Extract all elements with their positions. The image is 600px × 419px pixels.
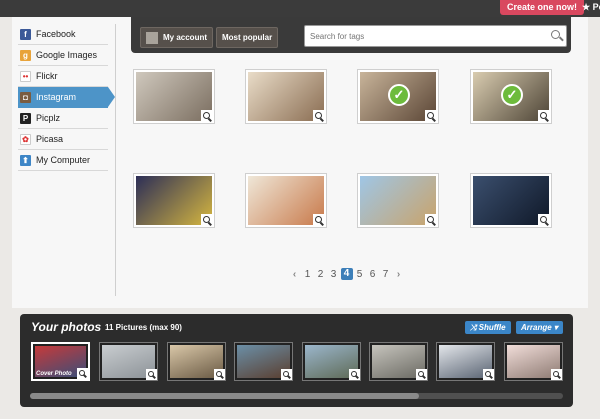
search-icon[interactable] <box>551 30 560 39</box>
photo-count: 11 Pictures (max 90) <box>105 323 182 332</box>
photo-thumbnail[interactable]: ✓ <box>470 69 552 124</box>
tray-photo[interactable] <box>369 342 428 381</box>
zoom-icon[interactable] <box>425 110 438 123</box>
source-sidebar: f Facebook g Google Images •• Flickr ◘ Instagra… <box>18 24 115 171</box>
page-link-6[interactable]: 6 <box>367 269 379 280</box>
cover-photo-label: Cover Photo <box>36 371 72 377</box>
zoom-icon[interactable] <box>551 369 562 380</box>
selected-check-icon: ✓ <box>501 84 523 106</box>
tray-photo[interactable] <box>234 342 293 381</box>
tray-photo[interactable] <box>504 342 563 381</box>
page-link-1[interactable]: 1 <box>302 269 314 280</box>
sidebar-item-picplz[interactable]: P Picplz <box>18 108 108 129</box>
zoom-icon[interactable] <box>146 369 157 380</box>
arrange-button[interactable]: Arrange ▾ <box>516 321 563 334</box>
google-images-icon: g <box>20 49 31 61</box>
computer-icon: ⬆ <box>20 154 31 166</box>
tray-photo[interactable] <box>302 342 361 381</box>
picasa-icon: ✿ <box>20 133 31 145</box>
sidebar-item-google-images[interactable]: g Google Images <box>18 45 108 66</box>
your-photos-tray: Your photos 11 Pictures (max 90) ⤨ Shuff… <box>20 314 573 407</box>
tray-photo[interactable] <box>167 342 226 381</box>
sidebar-item-label: Flickr <box>36 71 58 81</box>
sidebar-item-instagram[interactable]: ◘ Instagram <box>18 87 115 108</box>
zoom-icon[interactable] <box>313 110 326 123</box>
picplz-icon: P <box>20 112 31 124</box>
next-page-button[interactable]: › <box>393 269 405 280</box>
sidebar-divider <box>115 24 116 296</box>
tray-photo[interactable] <box>99 342 158 381</box>
page-link-4[interactable]: 4 <box>340 268 353 280</box>
sidebar-item-facebook[interactable]: f Facebook <box>18 24 108 45</box>
zoom-icon[interactable] <box>313 214 326 227</box>
sidebar-item-label: Google Images <box>36 50 98 60</box>
page-link-7[interactable]: 7 <box>380 269 392 280</box>
sidebar-item-label: Picasa <box>36 134 64 144</box>
photo-thumbnail[interactable] <box>133 69 215 124</box>
tray-photo[interactable]: Cover Photo <box>31 342 90 381</box>
sidebar-item-my-computer[interactable]: ⬆ My Computer <box>18 150 108 171</box>
page-link-2[interactable]: 2 <box>315 269 327 280</box>
zoom-icon[interactable] <box>281 369 292 380</box>
top-right-link[interactable]: ★ Po <box>582 2 600 13</box>
sidebar-item-label: Facebook <box>36 29 76 39</box>
page-link-3[interactable]: 3 <box>328 269 340 280</box>
zoom-icon[interactable] <box>214 369 225 380</box>
photo-thumbnail[interactable]: ✓ <box>357 69 439 124</box>
zoom-icon[interactable] <box>538 214 551 227</box>
your-photos-title: Your photos <box>31 320 102 334</box>
sidebar-item-label: Picplz <box>36 113 61 123</box>
zoom-icon[interactable] <box>201 214 214 227</box>
photo-thumbnail[interactable] <box>133 173 215 228</box>
most-popular-button[interactable]: Most popular <box>216 27 279 48</box>
avatar <box>146 31 158 44</box>
top-bar: Create one now! ★ Po <box>0 0 600 17</box>
sidebar-item-flickr[interactable]: •• Flickr <box>18 66 108 87</box>
instagram-icon: ◘ <box>20 91 31 103</box>
photo-thumbnail[interactable] <box>245 173 327 228</box>
sidebar-item-label: Instagram <box>36 92 77 102</box>
selected-check-icon: ✓ <box>388 84 410 106</box>
zoom-icon[interactable] <box>425 214 438 227</box>
flickr-icon: •• <box>20 70 31 82</box>
photo-thumbnail[interactable] <box>245 69 327 124</box>
prev-page-button[interactable]: ‹ <box>289 269 301 280</box>
pagination: ‹ 1 2 3 4 5 6 7 › <box>288 268 405 280</box>
photo-thumbnail[interactable] <box>357 173 439 228</box>
zoom-icon[interactable] <box>201 110 214 123</box>
sidebar-item-label: My Computer <box>36 155 91 165</box>
create-one-now-button[interactable]: Create one now! <box>500 0 585 15</box>
scrollbar-thumb[interactable] <box>30 393 420 399</box>
toolbar: My account Most popular <box>131 17 571 53</box>
my-account-button[interactable]: My account <box>140 27 214 48</box>
zoom-icon[interactable] <box>77 368 88 379</box>
shuffle-button[interactable]: ⤨ Shuffle <box>465 321 511 334</box>
tray-photo[interactable] <box>436 342 495 381</box>
photo-thumbnail[interactable] <box>470 173 552 228</box>
tray-scrollbar[interactable] <box>30 393 563 399</box>
my-account-label: My account <box>163 33 208 42</box>
facebook-icon: f <box>20 28 31 40</box>
zoom-icon[interactable] <box>349 369 360 380</box>
search-box <box>304 25 567 47</box>
page-link-5[interactable]: 5 <box>354 269 366 280</box>
zoom-icon[interactable] <box>416 369 427 380</box>
sidebar-item-picasa[interactable]: ✿ Picasa <box>18 129 108 150</box>
search-input[interactable] <box>305 26 540 47</box>
zoom-icon[interactable] <box>538 110 551 123</box>
zoom-icon[interactable] <box>483 369 494 380</box>
